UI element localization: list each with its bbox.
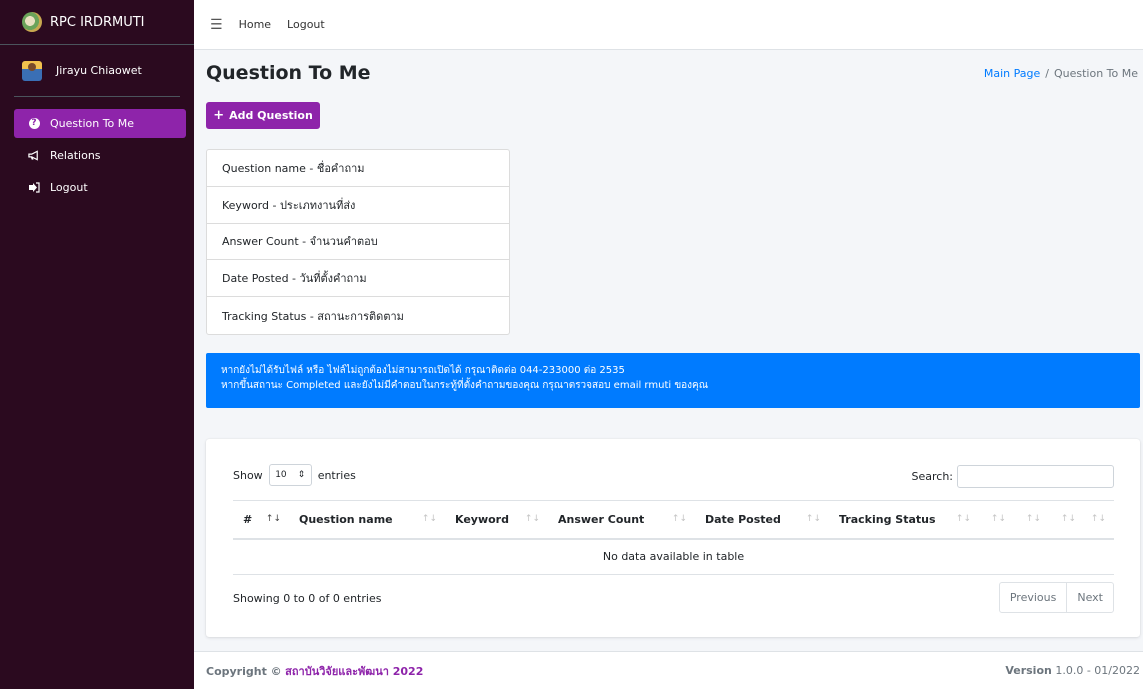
brand[interactable]: RPC IRDRMUTI xyxy=(0,0,194,45)
avatar xyxy=(22,60,42,81)
footer-org-link[interactable]: สถาบันวิจัยและพัฒนา 2022 xyxy=(285,665,423,678)
sidebar-item-label: Question To Me xyxy=(50,117,135,130)
sort-icon: ↑↓ xyxy=(421,514,437,524)
info-alert: หากยังไม่ได้รับไฟล์ หรือ ไฟล์ไม่ถูกต้องไ… xyxy=(206,353,1140,408)
sort-icon: ↑↓ xyxy=(1090,514,1106,524)
sidebar-item-label: Logout xyxy=(50,181,88,194)
alert-line-2: หากขึ้นสถานะ Completed และยังไม่มีคำตอบใ… xyxy=(221,380,709,391)
list-item: Answer Count - จำนวนคำตอบ xyxy=(207,224,509,261)
entries-label: entries xyxy=(317,468,356,482)
column-header-question-name[interactable]: Question name ↑↓ xyxy=(289,500,445,540)
version-value: 1.0.0 - 01/2022 xyxy=(1055,664,1140,677)
show-label: Show xyxy=(233,468,263,482)
column-header-action-2[interactable]: ↑↓ xyxy=(1014,500,1049,540)
user-panel[interactable]: Jirayu Chiaowet xyxy=(14,45,180,97)
sidebar-item-logout[interactable]: Logout xyxy=(14,173,186,202)
empty-table-message: No data available in table xyxy=(233,538,1114,575)
list-item: Tracking Status - สถานะการติดตาม xyxy=(222,309,404,323)
list-item: Keyword - ประเภทงานที่ส่ง xyxy=(207,187,509,224)
nav-logout-link[interactable]: Logout xyxy=(287,18,325,31)
table-row: No data available in table xyxy=(233,538,1114,575)
list-item: Question name - ชื่อคำถาม xyxy=(207,150,509,187)
sort-icon: ↑↓ xyxy=(990,514,1006,524)
list-item: Date Posted - วันที่ตั้งคำถาม xyxy=(207,260,509,298)
sidebar-item-relations[interactable]: Relations xyxy=(14,141,186,170)
table-info: Showing 0 to 0 of 0 entries xyxy=(233,592,382,605)
breadcrumb-main-link[interactable]: Main Page xyxy=(984,67,1040,80)
search-input[interactable] xyxy=(957,465,1114,488)
breadcrumb: Main Page / Question To Me xyxy=(984,67,1138,80)
column-header-number[interactable]: # ↑↓ xyxy=(233,500,289,540)
copyright-label: Copyright © xyxy=(206,664,282,678)
footer: Copyright © สถาบันวิจัยและพัฒนา 2022 Ver… xyxy=(194,651,1143,689)
breadcrumb-current: Question To Me xyxy=(1053,67,1138,80)
column-header-tracking-status[interactable]: Tracking Status ↑↓ xyxy=(829,500,979,540)
pagination: Previous Next xyxy=(998,582,1114,613)
previous-page-button[interactable]: Previous xyxy=(1000,583,1068,612)
brand-text: RPC IRDRMUTI xyxy=(50,14,145,30)
column-info-list: Question name - ชื่อคำถาม Keyword - ประเ… xyxy=(206,149,510,335)
sort-icon: ↑↓ xyxy=(1025,514,1041,524)
sort-icon: ↑↓ xyxy=(955,514,971,524)
top-navbar: ☰ Home Logout xyxy=(194,0,1143,50)
questions-table-card: Show 10 ⇕ entries Search: # ↑↓ Question n… xyxy=(206,439,1140,637)
nav-home-link[interactable]: Home xyxy=(239,18,271,31)
next-page-button[interactable]: Next xyxy=(1067,583,1113,612)
brand-logo-icon xyxy=(22,12,42,32)
entries-select[interactable]: 10 ⇕ xyxy=(268,464,312,486)
add-question-button[interactable]: + Add Question xyxy=(206,102,320,129)
column-header-action-1[interactable]: ↑↓ xyxy=(979,500,1014,540)
plus-icon: + xyxy=(213,108,225,123)
sort-icon: ↑↓ xyxy=(265,514,281,524)
column-header-action-4[interactable]: ↑↓ xyxy=(1084,500,1114,540)
questions-table: # ↑↓ Question name ↑↓ Keyword ↑↓ Answer Cou… xyxy=(233,500,1114,575)
entries-select-value: 10 xyxy=(275,470,287,480)
bullhorn-icon xyxy=(28,150,40,162)
table-header-row: # ↑↓ Question name ↑↓ Keyword ↑↓ Answer Cou… xyxy=(233,500,1114,540)
footer-copyright: Copyright © สถาบันวิจัยและพัฒนา 2022 xyxy=(206,662,423,680)
question-circle-icon: ? xyxy=(28,118,40,130)
entries-length-control: Show 10 ⇕ entries xyxy=(233,464,356,486)
table-search-control: Search: xyxy=(911,465,1114,488)
column-header-answer-count[interactable]: Answer Count ↑↓ xyxy=(548,500,695,540)
breadcrumb-separator: / xyxy=(1045,67,1049,80)
sidebar: RPC IRDRMUTI Jirayu Chiaowet ? Question … xyxy=(0,0,194,689)
version-label: Version xyxy=(1005,664,1052,677)
search-label: Search: xyxy=(911,470,954,483)
footer-version: Version 1.0.0 - 01/2022 xyxy=(1005,664,1140,677)
select-arrows-icon: ⇕ xyxy=(297,470,306,480)
sidebar-item-label: Relations xyxy=(50,149,101,162)
column-header-keyword[interactable]: Keyword ↑↓ xyxy=(445,500,548,540)
column-header-action-3[interactable]: ↑↓ xyxy=(1049,500,1084,540)
alert-line-1: หากยังไม่ได้รับไฟล์ หรือ ไฟล์ไม่ถูกต้องไ… xyxy=(221,365,625,376)
sort-icon: ↑↓ xyxy=(805,514,821,524)
page-title: Question To Me xyxy=(206,62,371,84)
sidebar-nav: ? Question To Me Relations Logout xyxy=(0,97,194,202)
add-question-label: Add Question xyxy=(229,109,313,122)
sign-out-icon xyxy=(28,182,40,194)
sidebar-item-question-to-me[interactable]: ? Question To Me xyxy=(14,109,186,138)
sort-icon: ↑↓ xyxy=(524,514,540,524)
column-header-date-posted[interactable]: Date Posted ↑↓ xyxy=(695,500,829,540)
sort-icon: ↑↓ xyxy=(1060,514,1076,524)
sort-icon: ↑↓ xyxy=(671,514,687,524)
user-name: Jirayu Chiaowet xyxy=(56,64,142,77)
menu-toggle-icon[interactable]: ☰ xyxy=(210,17,223,33)
